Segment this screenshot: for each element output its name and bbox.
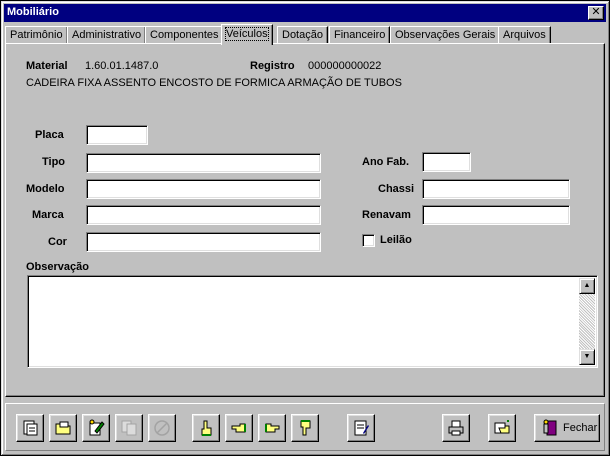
bottom-toolbar: Fechar <box>5 403 605 451</box>
open-button[interactable] <box>49 414 77 442</box>
modelo-input[interactable] <box>86 179 321 199</box>
leilao-checkbox[interactable] <box>362 234 375 247</box>
ano-fab-input[interactable] <box>422 152 471 172</box>
hand-last-icon <box>300 420 311 436</box>
next-record-button[interactable] <box>258 414 286 442</box>
chassi-label: Chassi <box>378 183 415 195</box>
new-record-button[interactable] <box>16 414 44 442</box>
tab-label: Componentes <box>150 29 219 41</box>
fechar-label: Fechar <box>563 422 598 434</box>
fechar-button[interactable]: Fechar <box>534 414 600 442</box>
scroll-down-icon[interactable]: ▼ <box>579 349 595 365</box>
last-record-button[interactable] <box>291 414 319 442</box>
hand-previous-icon <box>231 423 246 433</box>
notes-button[interactable] <box>347 414 375 442</box>
tab-label: Observações Gerais <box>395 29 496 41</box>
hand-next-icon <box>265 423 280 433</box>
hand-first-icon <box>201 420 212 436</box>
window-title: Mobiliário <box>7 6 59 18</box>
registro-label: Registro <box>250 60 295 72</box>
veiculos-panel: Material 1.60.01.1487.0 Registro 0000000… <box>5 43 605 397</box>
new-record-icon <box>23 420 38 436</box>
tab-administrativo[interactable]: Administrativo <box>67 26 147 44</box>
notes-icon <box>354 420 369 436</box>
leilao-label: Leilão <box>380 234 412 246</box>
edit-record-icon <box>89 419 105 436</box>
modelo-label: Modelo <box>26 183 65 195</box>
placa-input[interactable] <box>86 125 148 145</box>
copy-record-icon <box>121 420 137 436</box>
tab-dotacao[interactable]: Dotação <box>277 26 328 44</box>
cor-input[interactable] <box>86 232 321 252</box>
tab-componentes[interactable]: Componentes <box>145 26 224 44</box>
edit-button[interactable] <box>82 414 110 442</box>
first-record-button[interactable] <box>192 414 220 442</box>
tab-strip: Patrimônio Administrativo Componentes Ve… <box>5 24 605 45</box>
copy-button[interactable] <box>115 414 143 442</box>
search-button[interactable] <box>488 414 516 442</box>
tab-label: Patrimônio <box>10 29 63 41</box>
tab-veiculos[interactable]: Veículos <box>221 24 273 45</box>
cancel-button[interactable] <box>148 414 176 442</box>
observacao-textarea[interactable]: ▲ ▼ <box>27 275 598 368</box>
placa-label: Placa <box>35 129 64 141</box>
tab-patrimonio[interactable]: Patrimônio <box>5 26 68 44</box>
title-bar[interactable]: Mobiliário ✕ <box>4 4 606 22</box>
printer-icon <box>448 420 464 436</box>
scroll-up-icon[interactable]: ▲ <box>579 278 595 294</box>
tab-arquivos[interactable]: Arquivos <box>498 26 551 44</box>
renavam-label: Renavam <box>362 209 411 221</box>
material-description: CADEIRA FIXA ASSENTO ENCOSTO DE FORMICA … <box>26 77 402 89</box>
tipo-input[interactable] <box>86 153 321 173</box>
exit-door-icon <box>543 419 557 436</box>
tipo-label: Tipo <box>42 156 66 168</box>
print-button[interactable] <box>442 414 470 442</box>
cor-label: Cor <box>48 236 67 248</box>
tab-label: Veículos <box>225 27 269 41</box>
tab-label: Administrativo <box>72 29 142 41</box>
renavam-input[interactable] <box>422 205 570 225</box>
observacao-label: Observação <box>26 261 89 273</box>
tab-label: Dotação <box>282 29 323 41</box>
cancel-icon <box>154 420 170 436</box>
material-label: Material <box>26 60 68 72</box>
tab-observacoes-gerais[interactable]: Observações Gerais <box>390 26 501 44</box>
search-hand-icon <box>494 420 510 434</box>
chassi-input[interactable] <box>422 179 570 199</box>
material-value: 1.60.01.1487.0 <box>85 60 159 72</box>
tab-label: Financeiro <box>334 29 386 41</box>
main-window: Mobiliário ✕ Patrimônio Administrativo C… <box>0 0 610 456</box>
marca-input[interactable] <box>86 205 321 225</box>
observacao-scrollbar[interactable]: ▲ ▼ <box>579 278 595 365</box>
ano-fab-label: Ano Fab. <box>362 156 410 168</box>
previous-record-button[interactable] <box>225 414 253 442</box>
tab-financeiro[interactable]: Financeiro <box>329 26 391 44</box>
close-window-button[interactable]: ✕ <box>588 6 604 20</box>
registro-value: 000000000022 <box>308 60 382 72</box>
marca-label: Marca <box>32 209 64 221</box>
open-folder-icon <box>55 421 71 435</box>
tab-label: Arquivos <box>503 29 546 41</box>
